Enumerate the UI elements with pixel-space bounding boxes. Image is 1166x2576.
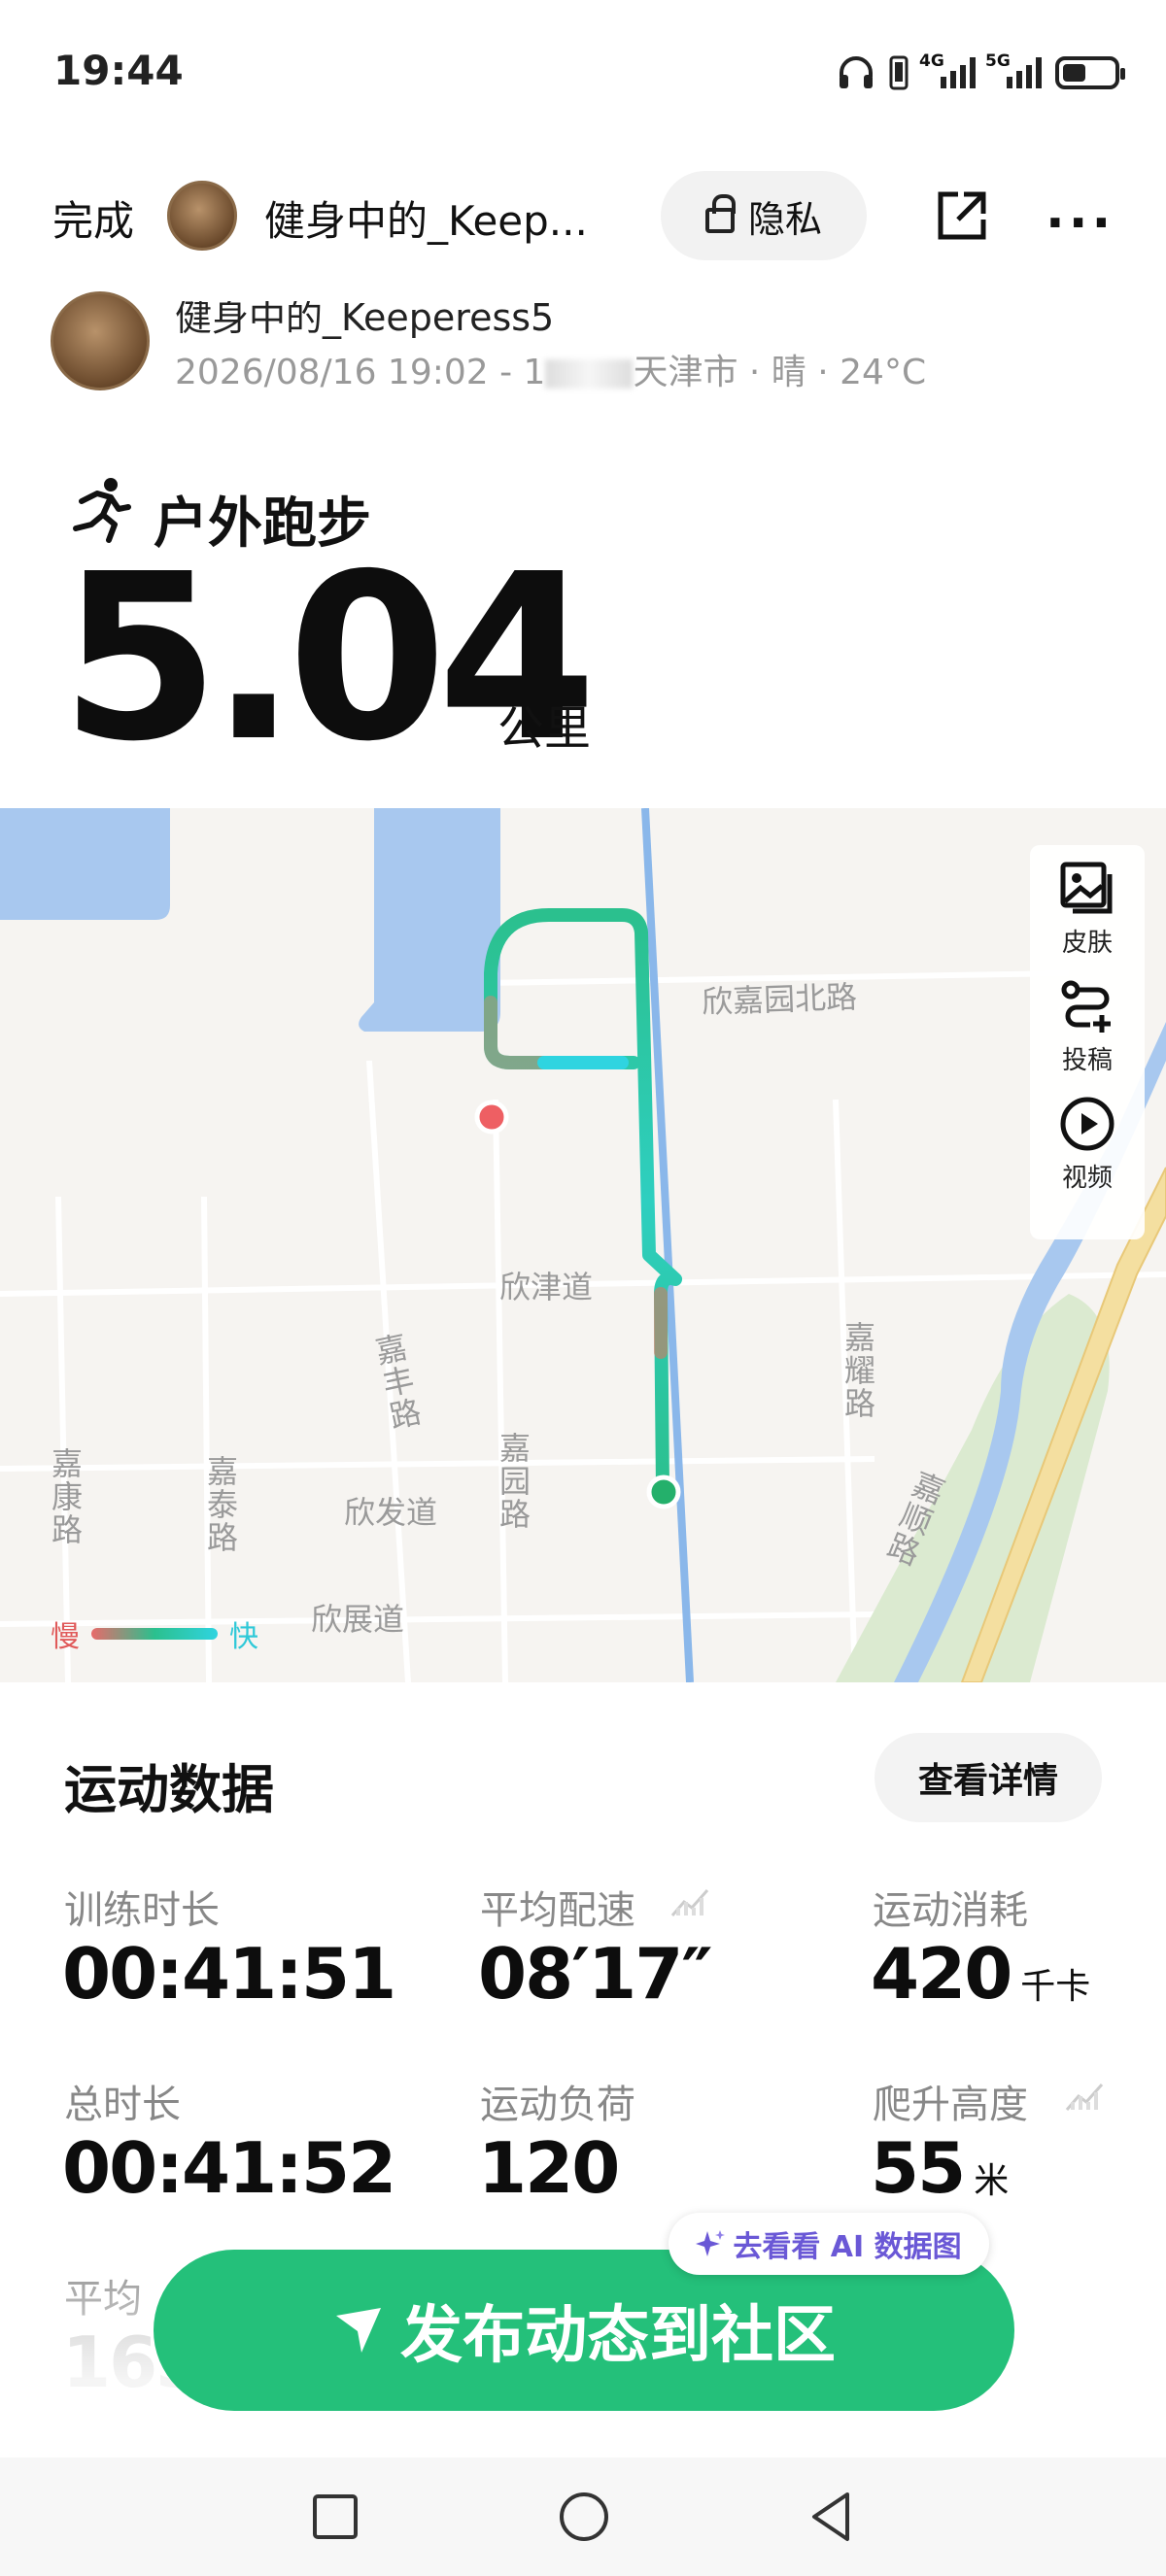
workout-datetime: 2026/08/16 19:02 - 1 bbox=[175, 353, 546, 392]
view-details-button[interactable]: 查看详情 bbox=[874, 1733, 1102, 1822]
map-label-jiayao-rd: 嘉耀路 bbox=[840, 1321, 876, 1420]
stat-value-calories: 420 千卡 bbox=[871, 1933, 1090, 2015]
stat-label-avg-pace: 平均配速 bbox=[480, 1888, 635, 1933]
stat-elevation-text: 55 bbox=[871, 2127, 966, 2209]
headphones-icon bbox=[840, 56, 873, 88]
privacy-label: 隐私 bbox=[747, 197, 822, 241]
stat-training-load-text: 120 bbox=[478, 2127, 620, 2209]
stat-value-training-time: 00:41:51 bbox=[62, 1933, 396, 2015]
map-label-jiatai-rd: 嘉泰路 bbox=[202, 1455, 239, 1554]
stat-label-training-load: 运动负荷 bbox=[480, 2083, 635, 2127]
video-tool-label: 视频 bbox=[1061, 1164, 1113, 1193]
submit-tool-label: 投稿 bbox=[1061, 1046, 1113, 1075]
battery-icon bbox=[1055, 56, 1125, 89]
stat-avg-pace-text: 08′17″ bbox=[478, 1933, 713, 2015]
video-tool-button[interactable]: 视频 bbox=[1057, 1094, 1117, 1194]
map-label-xinjiayuan-north-rd: 欣嘉园北路 bbox=[701, 978, 858, 1021]
avatar[interactable] bbox=[167, 181, 237, 251]
route-submit-icon bbox=[1061, 980, 1111, 1033]
back-icon[interactable] bbox=[799, 2483, 867, 2551]
skin-tool-label: 皮肤 bbox=[1061, 929, 1113, 958]
stat-value-training-load: 120 bbox=[478, 2127, 620, 2209]
route-map[interactable]: 欣嘉园北路 欣津道 嘉丰路 嘉园路 嘉耀路 嘉顺路 嘉康路 嘉泰路 欣发道 欣展… bbox=[0, 808, 1166, 1682]
stat-total-time-text: 00:41:52 bbox=[62, 2127, 396, 2209]
stat-value-elevation: 55 米 bbox=[871, 2127, 1009, 2209]
send-arrow-icon bbox=[336, 2308, 381, 2353]
recent-apps-icon[interactable] bbox=[301, 2483, 369, 2551]
stat-calories-text: 420 bbox=[871, 1933, 1012, 2015]
stat-value-total-time: 00:41:52 bbox=[62, 2127, 396, 2209]
stat-training-time-text: 00:41:51 bbox=[62, 1933, 396, 2015]
privacy-button[interactable]: 隐私 bbox=[661, 171, 867, 260]
legend-gradient-bar bbox=[91, 1628, 218, 1640]
workout-avatar[interactable] bbox=[51, 291, 150, 390]
more-options-icon[interactable]: ··· bbox=[1046, 194, 1115, 253]
status-icons: 4G 5G bbox=[838, 49, 1125, 97]
map-label-xinfa-rd: 欣发道 bbox=[344, 1494, 438, 1531]
workout-meta: 2026/08/16 19:02 - 1 天津市 · 晴 · 24°C bbox=[175, 344, 926, 394]
publish-label: 发布动态到社区 bbox=[400, 2300, 836, 2372]
header-username[interactable]: 健身中的_Keep... bbox=[264, 188, 588, 248]
stats-title: 运动数据 bbox=[64, 1759, 274, 1820]
legend-fast: 快 bbox=[229, 1620, 258, 1654]
map-label-xinzhan-rd: 欣展道 bbox=[311, 1601, 405, 1638]
sparkle-icon bbox=[696, 2230, 726, 2256]
ai-data-chart-button[interactable]: 去看看 AI 数据图 bbox=[669, 2213, 989, 2275]
submit-tool-button[interactable]: 投稿 bbox=[1057, 976, 1117, 1076]
speed-legend: 慢 快 bbox=[51, 1612, 258, 1655]
workout-location-weather: 天津市 · 晴 · 24°C bbox=[633, 353, 927, 392]
signal-5g-icon: 5G bbox=[985, 51, 1042, 88]
ai-pill-label: 去看看 AI 数据图 bbox=[733, 2230, 962, 2264]
stat-label-total-time: 总时长 bbox=[64, 2083, 181, 2127]
pace-chart-icon[interactable] bbox=[670, 1882, 709, 1917]
stat-calories-unit: 千卡 bbox=[1020, 1967, 1091, 2007]
map-label-xinjin-rd: 欣津道 bbox=[499, 1269, 594, 1305]
signal-4g-icon: 4G bbox=[919, 51, 976, 88]
stat-value-avg-pace: 08′17″ bbox=[478, 1933, 713, 2015]
image-skin-icon bbox=[1060, 862, 1113, 914]
skin-tool-button[interactable]: 皮肤 bbox=[1057, 859, 1117, 959]
home-icon[interactable] bbox=[550, 2483, 618, 2551]
distance-unit: 公里 bbox=[497, 701, 592, 756]
workout-username: 健身中的_Keeperess5 bbox=[175, 296, 555, 339]
stat-label-calories: 运动消耗 bbox=[873, 1888, 1028, 1933]
blurred-time bbox=[545, 359, 634, 389]
lock-icon bbox=[704, 194, 736, 233]
play-video-icon bbox=[1060, 1097, 1115, 1151]
stat-label-training-time: 训练时长 bbox=[64, 1888, 220, 1933]
map-label-jiayuan-rd: 嘉园路 bbox=[495, 1432, 532, 1531]
share-icon[interactable] bbox=[935, 188, 989, 243]
stat-elevation-unit: 米 bbox=[974, 2161, 1010, 2201]
status-time: 19:44 bbox=[53, 47, 184, 94]
elevation-chart-icon[interactable] bbox=[1065, 2077, 1104, 2112]
stat-label-elevation: 爬升高度 bbox=[873, 2083, 1028, 2127]
done-button[interactable]: 完成 bbox=[52, 188, 134, 248]
map-tools-panel: 皮肤 投稿 视频 bbox=[1030, 845, 1145, 1239]
vibrate-icon bbox=[889, 55, 909, 90]
map-label-jiakang-rd: 嘉康路 bbox=[47, 1447, 84, 1546]
map-base bbox=[0, 808, 1166, 1682]
legend-slow: 慢 bbox=[51, 1620, 80, 1654]
